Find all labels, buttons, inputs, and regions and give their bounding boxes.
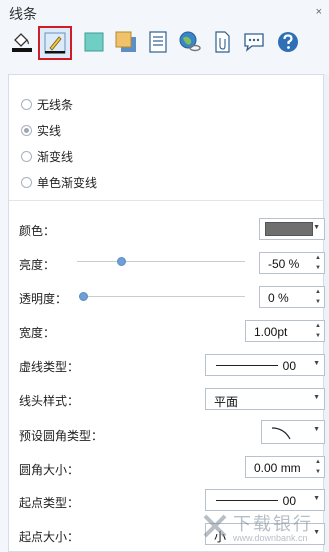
watermark-url: www.downbank.cn xyxy=(233,533,308,543)
width-value: 1.00pt xyxy=(254,325,288,339)
corner-type-dropdown[interactable]: ▼ xyxy=(261,420,325,444)
width-stepper[interactable]: ▲ ▼ xyxy=(312,321,324,341)
help-button[interactable] xyxy=(274,28,302,56)
corner-size-field[interactable]: 0.00 mm ▲ ▼ xyxy=(245,456,325,478)
radio-solid-line[interactable]: 实线 xyxy=(21,121,61,139)
attachment-icon xyxy=(215,31,230,53)
line-pen-button[interactable] xyxy=(38,26,72,60)
brightness-label: 亮度： xyxy=(19,258,56,272)
fill-bucket-icon xyxy=(12,33,32,52)
comment-icon xyxy=(244,33,264,52)
dash-type-label: 虚线类型： xyxy=(19,360,80,374)
dash-type-value: 00 xyxy=(282,359,296,373)
line-pen-icon xyxy=(44,32,66,54)
width-label: 宽度： xyxy=(19,326,56,340)
dash-type-dropdown[interactable]: 00 ▼ xyxy=(205,354,325,376)
watermark: 下载银行 www.downbank.cn xyxy=(197,506,325,546)
radio-label: 单色渐变线 xyxy=(37,175,98,190)
rounded-corner-icon xyxy=(271,427,291,440)
scrollbar[interactable] xyxy=(324,74,329,552)
help-icon xyxy=(278,32,298,52)
radio-label: 无线条 xyxy=(37,97,74,112)
transparency-value: 0 % xyxy=(268,291,289,305)
attachment-button[interactable] xyxy=(208,28,236,56)
corner-type-label: 预设圆角类型： xyxy=(19,429,104,443)
transparency-slider[interactable] xyxy=(79,291,245,303)
transparency-stepper[interactable]: ▲ ▼ xyxy=(312,287,324,307)
radio-button[interactable] xyxy=(21,150,32,162)
panel-title: 线条 xyxy=(9,6,37,22)
radio-button[interactable] xyxy=(21,98,32,110)
document-list-icon xyxy=(149,31,167,53)
slider-track xyxy=(79,296,245,297)
section-divider xyxy=(9,200,323,201)
slider-thumb[interactable] xyxy=(117,257,126,266)
fill-bucket-button[interactable] xyxy=(8,28,36,56)
comment-button[interactable] xyxy=(240,28,268,56)
radio-label: 实线 xyxy=(37,123,62,138)
radio-gradient-line[interactable]: 渐变线 xyxy=(21,147,73,165)
width-field[interactable]: 1.00pt ▲ ▼ xyxy=(245,320,325,342)
line-properties-panel: 无线条 实线 渐变线 单色渐变线 颜色： ▼ 亮度： -50 % ▲ ▼ 透明度：… xyxy=(8,74,325,552)
watermark-logo xyxy=(203,514,227,538)
brightness-value: -50 % xyxy=(268,257,300,271)
corner-size-label: 圆角大小： xyxy=(19,463,80,477)
radio-no-line[interactable]: 无线条 xyxy=(21,95,73,113)
globe-link-button[interactable] xyxy=(176,28,204,56)
cap-style-dropdown[interactable]: 平面 ▼ xyxy=(205,388,325,410)
brightness-stepper[interactable]: ▲ ▼ xyxy=(312,253,324,273)
shadow-button[interactable] xyxy=(112,28,140,56)
line-preview xyxy=(216,365,278,366)
globe-link-icon xyxy=(179,31,201,52)
color-picker[interactable]: ▼ xyxy=(259,218,325,240)
line-preview xyxy=(216,500,278,501)
close-icon[interactable]: × xyxy=(316,6,322,18)
chevron-down-icon: ▼ xyxy=(313,495,320,502)
corner-size-stepper[interactable]: ▲ ▼ xyxy=(312,457,324,477)
brightness-field[interactable]: -50 % ▲ ▼ xyxy=(259,252,325,274)
shadow-icon xyxy=(115,31,136,52)
transparency-field[interactable]: 0 % ▲ ▼ xyxy=(259,286,325,308)
chevron-down-icon: ▼ xyxy=(313,360,320,367)
color-label: 颜色： xyxy=(19,224,56,238)
start-size-label: 起点大小： xyxy=(19,530,80,544)
slider-thumb[interactable] xyxy=(79,292,88,301)
chevron-down-icon: ▼ xyxy=(313,394,320,401)
brightness-slider[interactable] xyxy=(77,256,245,268)
radio-button[interactable] xyxy=(21,176,32,188)
chevron-down-icon: ▼ xyxy=(313,426,320,433)
radio-mono-gradient-line[interactable]: 单色渐变线 xyxy=(21,173,97,191)
teal-fill-icon xyxy=(84,32,104,52)
radio-label: 渐变线 xyxy=(37,149,74,164)
toolbar xyxy=(8,26,318,60)
document-list-button[interactable] xyxy=(144,28,172,56)
cap-style-value: 平面 xyxy=(214,395,239,409)
chevron-down-icon: ▼ xyxy=(313,224,320,231)
cap-style-label: 线头样式： xyxy=(19,394,80,408)
teal-fill-button[interactable] xyxy=(80,28,108,56)
color-swatch xyxy=(265,222,313,236)
title-bar: 线条 × xyxy=(0,0,329,26)
start-type-label: 起点类型： xyxy=(19,496,80,510)
corner-size-value: 0.00 mm xyxy=(254,461,301,475)
slider-track xyxy=(77,261,245,262)
transparency-label: 透明度： xyxy=(19,292,68,306)
radio-button[interactable] xyxy=(21,124,32,136)
